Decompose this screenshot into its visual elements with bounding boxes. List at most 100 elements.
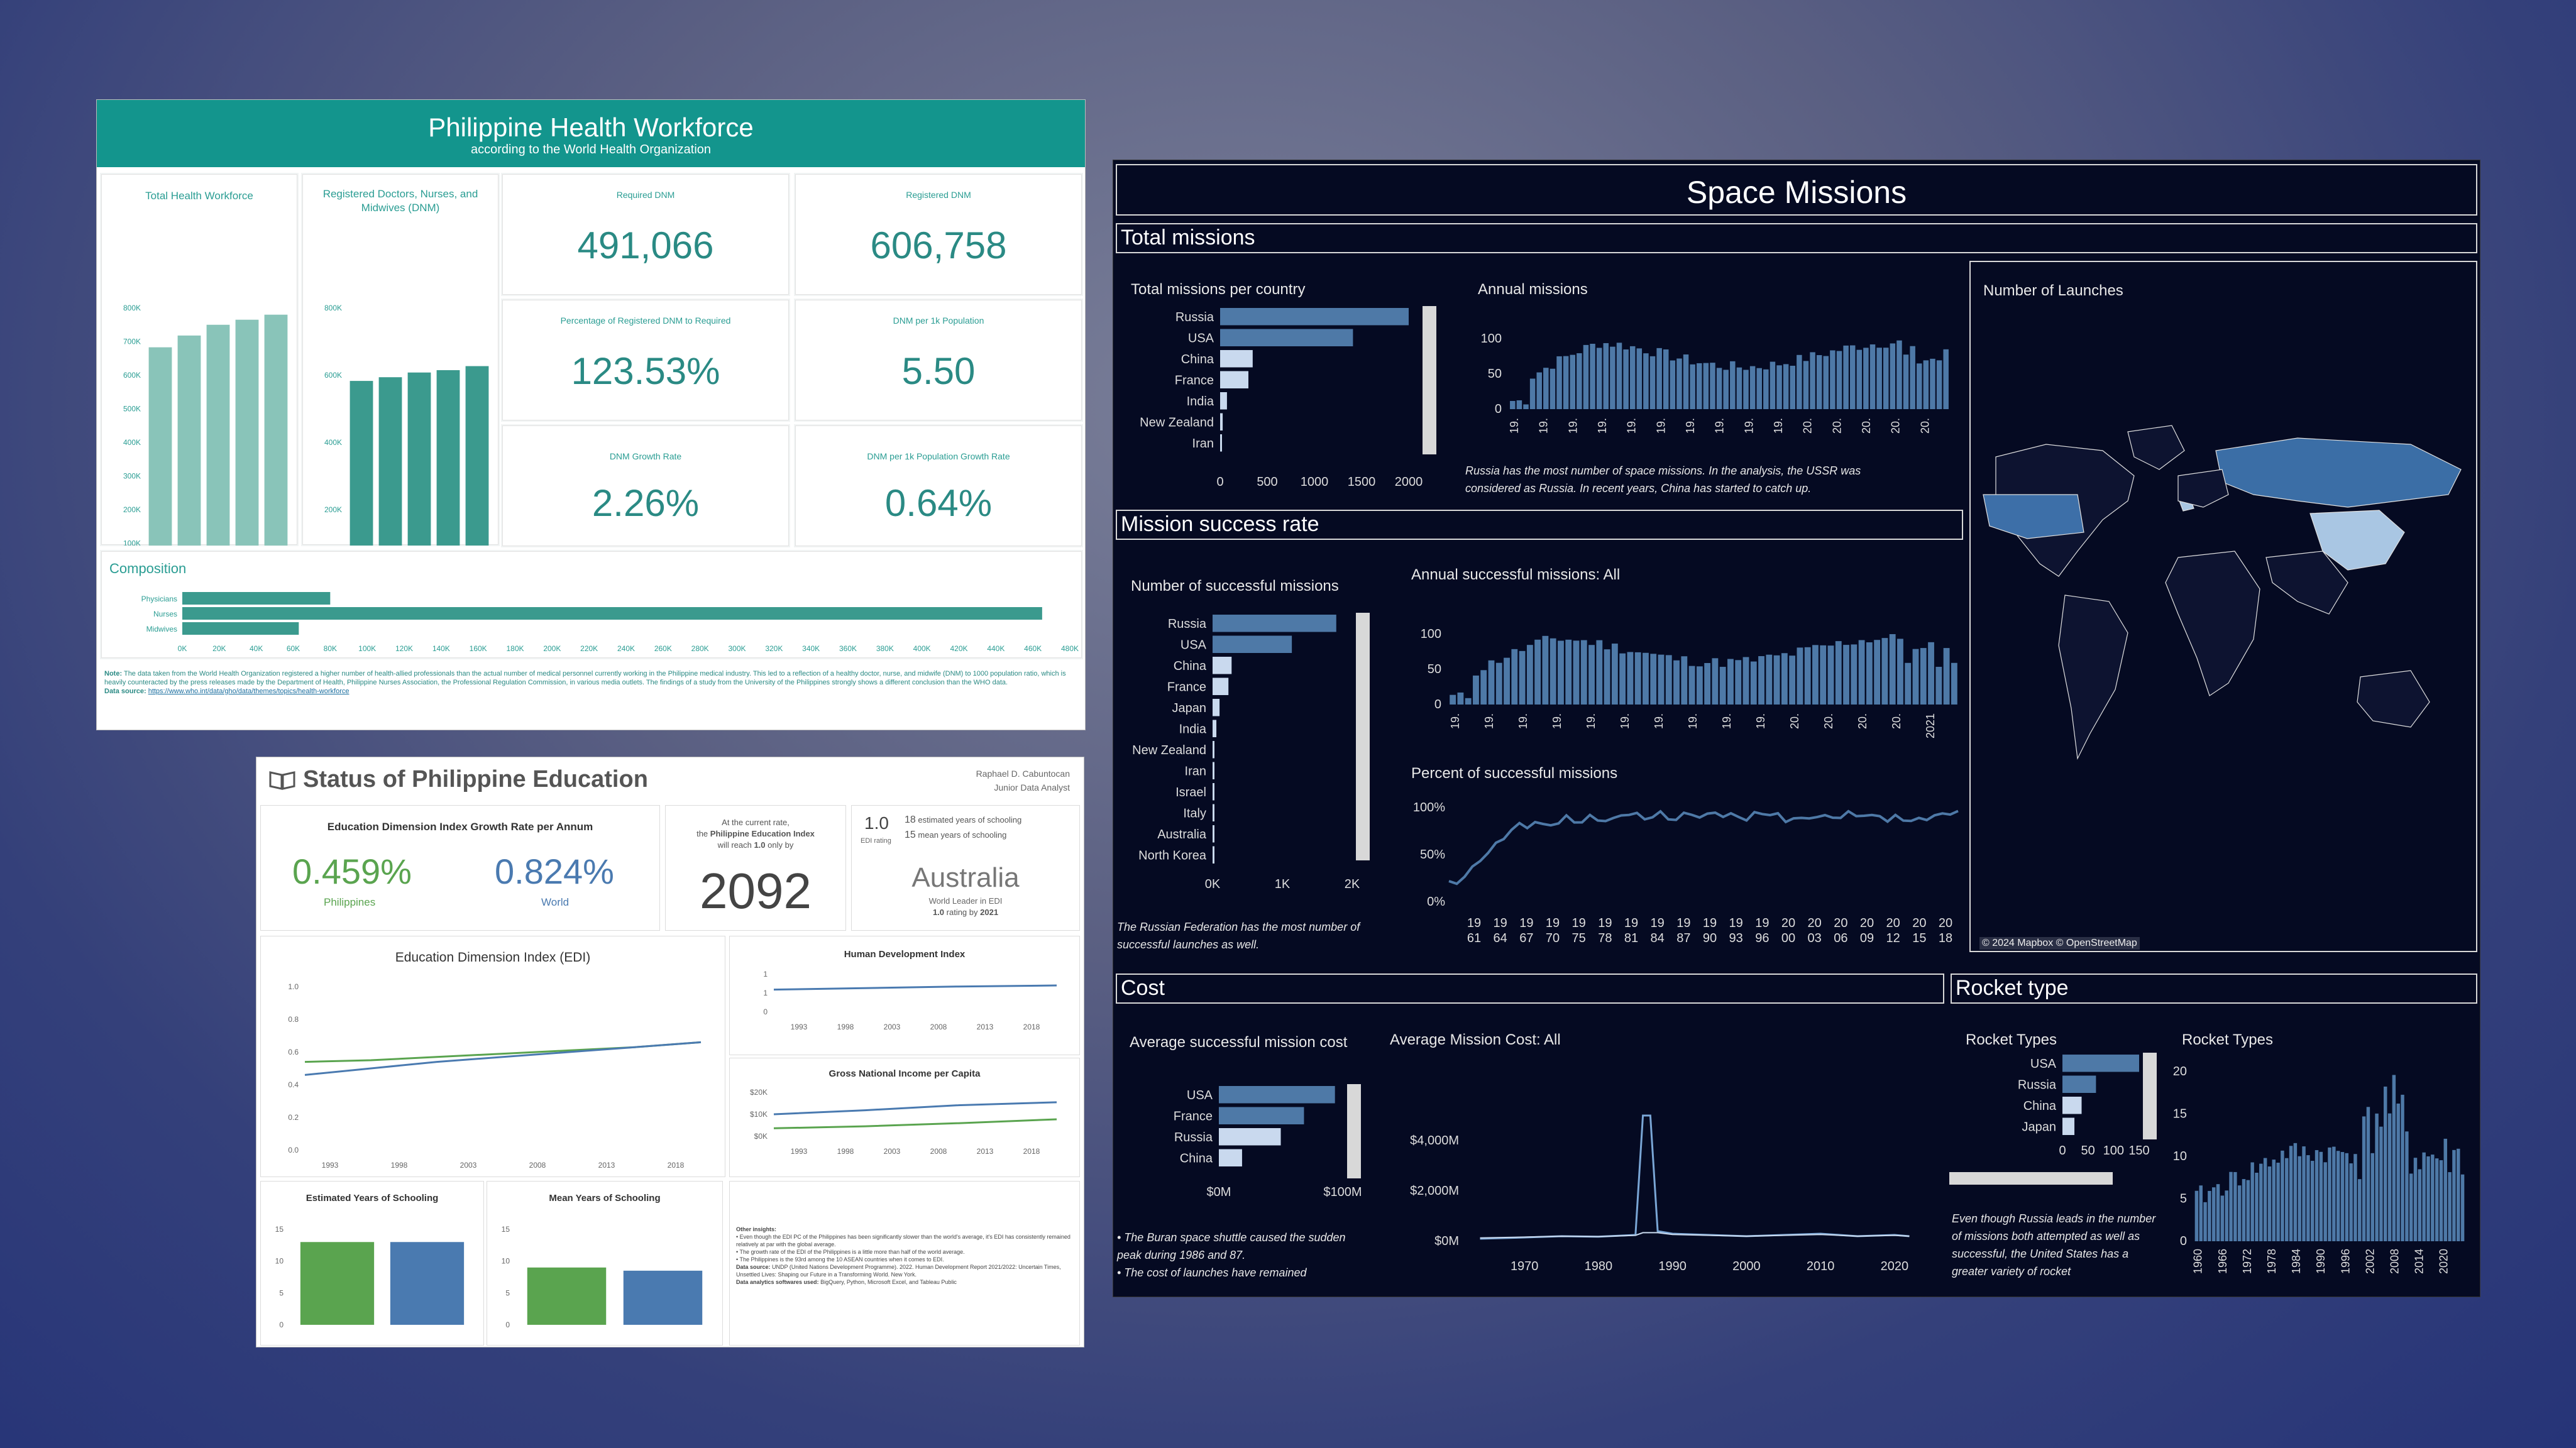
bar	[1577, 353, 1582, 409]
x-tick-label: 19.	[1687, 713, 1699, 729]
scrollbar-h	[1949, 1172, 2113, 1185]
bar	[1743, 370, 1749, 409]
category-label: New Zealand	[1132, 743, 1206, 757]
bar	[1542, 635, 1549, 705]
y-tick-label: 5	[505, 1288, 510, 1297]
category-label: France	[1167, 681, 1206, 694]
bar	[300, 1242, 375, 1325]
bar	[1836, 351, 1842, 409]
category-label: Iran	[1185, 765, 1206, 779]
y-tick-label: $4,000M	[1410, 1134, 1459, 1148]
growth-title: Education Dimension Index Growth Rate pe…	[327, 821, 593, 833]
x-tick-label: 20K	[212, 644, 226, 653]
y-tick-label: 0.8	[288, 1015, 299, 1024]
y-tick-label: 400K	[324, 438, 342, 447]
bar	[2194, 1190, 2199, 1241]
x-tick-label: 19	[1624, 916, 1638, 930]
bar	[2250, 1162, 2254, 1241]
bar	[1556, 356, 1562, 409]
bar	[2211, 1187, 2216, 1241]
bar	[1736, 367, 1742, 409]
y-tick-label: 1.0	[288, 982, 299, 991]
x-tick-label: 260K	[654, 644, 672, 653]
health-subtitle: according to the World Health Organizati…	[470, 143, 712, 156]
bar	[2242, 1179, 2246, 1241]
bar	[1519, 650, 1526, 705]
per-country-title: Total missions per country	[1131, 281, 1306, 298]
bar	[2340, 1152, 2345, 1241]
y-tick-label: 300K	[123, 472, 141, 481]
category-label: North Korea	[1138, 849, 1207, 863]
bar	[436, 370, 460, 546]
y-tick-label: 0	[1434, 698, 1441, 711]
bar	[1874, 640, 1881, 705]
x-tick-label: 15	[1912, 931, 1926, 945]
bar	[182, 607, 1042, 620]
y-tick-label: 100%	[1413, 801, 1445, 814]
category-label: Iran	[1192, 437, 1214, 451]
x-tick-label: 90	[1703, 931, 1717, 945]
x-tick-label: 78	[1598, 931, 1612, 945]
bar	[1930, 358, 1935, 409]
cost-note-1: • The Buran space shuttle caused the sud…	[1117, 1231, 1346, 1261]
bar	[1457, 692, 1464, 705]
sources-label: Data source:	[736, 1264, 771, 1270]
gni-card: Gross National Income per Capita $20K $10…	[729, 1058, 1080, 1177]
y-tick-label: 1	[763, 970, 768, 979]
y-tick-label: 700K	[123, 337, 141, 346]
x-tick-label: 160K	[470, 644, 487, 653]
bar	[1220, 350, 1253, 368]
bar	[1797, 647, 1803, 705]
insights-card: Other insights: • Even though the EDI PC…	[729, 1181, 1080, 1346]
bar	[1889, 634, 1896, 705]
bar	[1763, 369, 1769, 409]
bar	[2362, 1116, 2366, 1241]
series-line	[304, 1041, 702, 1063]
x-tick-label: 19.	[1772, 418, 1785, 434]
bar	[1580, 640, 1587, 705]
bar	[1758, 656, 1764, 705]
bar	[264, 314, 288, 546]
y-tick-label: 200K	[324, 505, 342, 514]
x-tick-label: 1996	[2339, 1249, 2352, 1274]
x-tick-label: 19.	[1626, 418, 1638, 434]
x-tick-label: 1972	[2241, 1249, 2254, 1274]
source-link[interactable]: https://www.who.int/data/gho/data/themes…	[148, 688, 350, 695]
reach-text: At the current rate, the Philippine Educ…	[666, 817, 845, 851]
series-line	[1480, 1114, 1910, 1240]
bar	[2203, 1202, 2207, 1241]
bar	[1473, 675, 1479, 705]
hdi-card: Human Development Index 1 1 0 1993 1998 2003 2…	[729, 936, 1080, 1055]
x-tick-label: 00	[1781, 931, 1795, 945]
bar	[1219, 1149, 1242, 1166]
x-tick-label: 2003	[884, 1147, 901, 1156]
world-map[interactable]	[1971, 407, 2476, 847]
x-tick-label: 1993	[322, 1161, 339, 1170]
bar	[1943, 648, 1950, 705]
bar	[2208, 1190, 2211, 1241]
bar	[1881, 638, 1888, 705]
annual-note: Russia has the most number of space miss…	[1465, 464, 1861, 495]
category-label: China	[1180, 1152, 1213, 1166]
x-tick-label: 2010	[1807, 1259, 1835, 1273]
bar	[1869, 344, 1876, 409]
bar	[2336, 1151, 2340, 1241]
bar	[2216, 1184, 2220, 1241]
bar	[182, 622, 299, 635]
bar	[1883, 348, 1889, 409]
health-note: Note: The data taken from the World Heal…	[104, 669, 1079, 696]
space-title: Space Missions	[1686, 175, 1907, 210]
avg-cost-chart: USA France Russia China $0M $100M	[1174, 1084, 1362, 1199]
reach-text-1: At the current rate,	[722, 818, 790, 827]
kpi-label: DNM Growth Rate	[609, 451, 682, 461]
y-tick-label: 0	[1495, 402, 1502, 416]
bar	[1643, 652, 1649, 705]
x-tick-label: 19.	[1483, 713, 1495, 729]
y-tick-label: 0.6	[288, 1048, 299, 1056]
bar	[2289, 1146, 2293, 1241]
gni-chart: $20K $10K $0K 1993 1998 2003 2008 2013 2018	[750, 1088, 1057, 1156]
x-tick-label: 93	[1729, 931, 1743, 945]
bar	[2358, 1179, 2362, 1241]
bar	[2460, 1174, 2465, 1241]
bar	[1943, 349, 1949, 409]
